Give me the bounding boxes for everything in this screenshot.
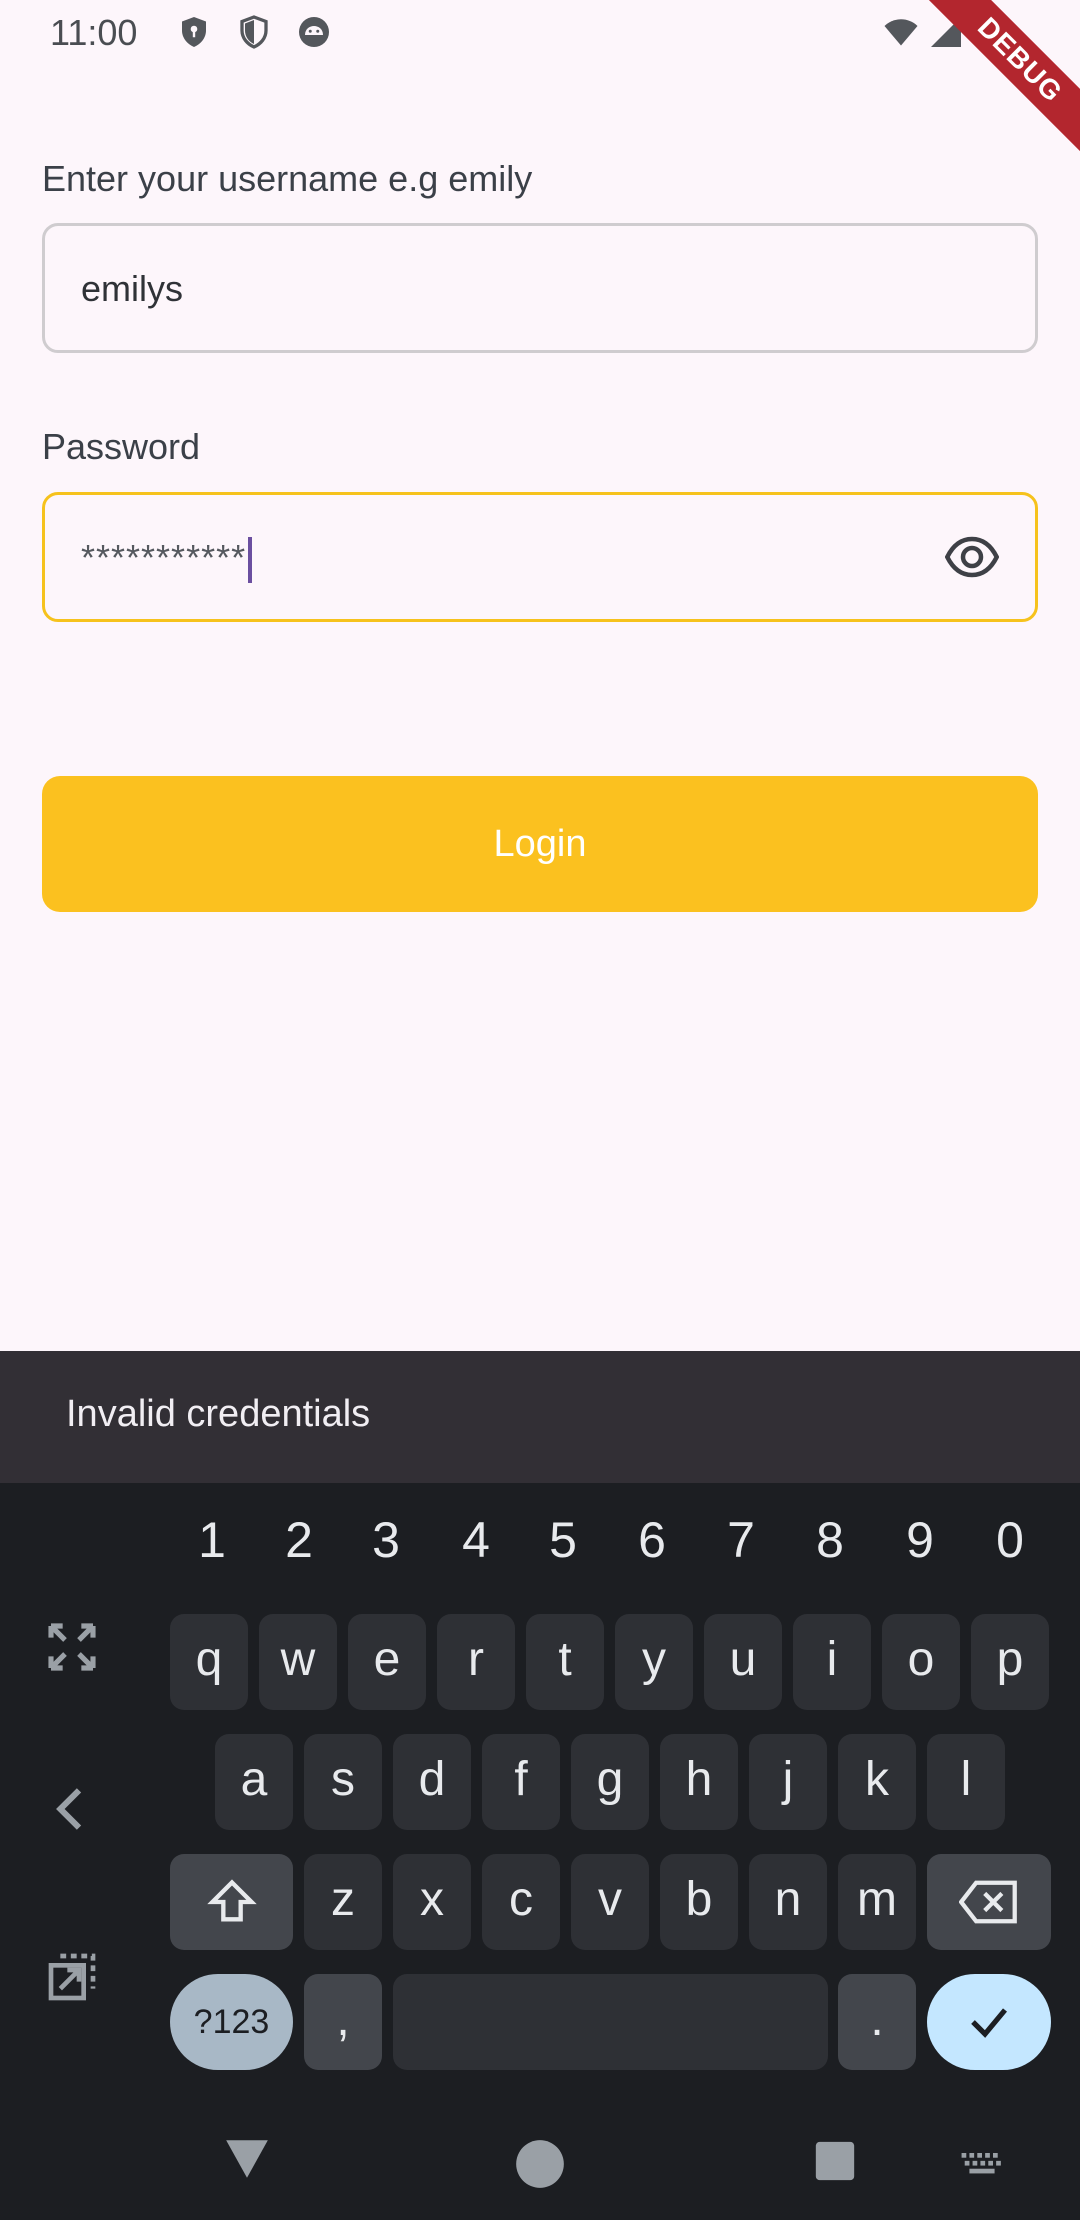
key-2[interactable]: 2 <box>269 1511 329 1569</box>
login-button[interactable]: Login <box>42 776 1038 912</box>
key-k[interactable]: k <box>838 1734 916 1830</box>
symbols-key[interactable]: ?123 <box>170 1974 293 2070</box>
key-i[interactable]: i <box>793 1614 871 1710</box>
key-8[interactable]: 8 <box>800 1511 860 1569</box>
key-o[interactable]: o <box>882 1614 960 1710</box>
key-3[interactable]: 3 <box>356 1511 416 1569</box>
key-r[interactable]: r <box>437 1614 515 1710</box>
key-x[interactable]: x <box>393 1854 471 1950</box>
backspace-key[interactable] <box>927 1854 1051 1950</box>
shield-icon <box>240 15 268 49</box>
username-field[interactable]: emilys <box>42 223 1038 353</box>
key-a[interactable]: a <box>215 1734 293 1830</box>
wifi-icon <box>884 19 918 46</box>
comma-key[interactable]: , <box>304 1974 382 2070</box>
period-key[interactable]: . <box>838 1974 916 2070</box>
android-icon <box>299 17 329 47</box>
check-icon <box>971 2008 1007 2038</box>
key-q[interactable]: q <box>170 1614 248 1710</box>
back-icon[interactable] <box>222 2134 272 2184</box>
status-time: 11:00 <box>50 12 138 53</box>
recents-icon[interactable] <box>812 2138 858 2184</box>
key-y[interactable]: y <box>615 1614 693 1710</box>
home-icon[interactable] <box>514 2138 566 2190</box>
expand-icon[interactable] <box>44 1619 100 1675</box>
navigation-bar <box>0 2114 1080 2220</box>
shift-icon <box>206 1879 257 1922</box>
key-p[interactable]: p <box>971 1614 1049 1710</box>
backspace-icon <box>958 1880 1017 1924</box>
snackbar-message: Invalid credentials <box>66 1393 371 1435</box>
shield-key-icon <box>182 17 206 47</box>
key-9[interactable]: 9 <box>890 1511 950 1569</box>
key-7[interactable]: 7 <box>711 1511 771 1569</box>
password-label: Password <box>42 426 201 467</box>
key-b[interactable]: b <box>660 1854 738 1950</box>
key-4[interactable]: 4 <box>446 1511 506 1569</box>
keyboard: 1 2 3 4 5 6 7 8 9 0 q w e r t y u i o p … <box>0 1483 1080 2114</box>
floating-keyboard-icon[interactable] <box>44 1949 100 2005</box>
key-1[interactable]: 1 <box>182 1511 242 1569</box>
eye-icon[interactable] <box>945 535 999 579</box>
key-n[interactable]: n <box>749 1854 827 1950</box>
key-t[interactable]: t <box>526 1614 604 1710</box>
key-w[interactable]: w <box>259 1614 337 1710</box>
key-v[interactable]: v <box>571 1854 649 1950</box>
key-f[interactable]: f <box>482 1734 560 1830</box>
username-value: emilys <box>81 268 184 309</box>
shift-key[interactable] <box>170 1854 293 1950</box>
keyboard-hide-icon[interactable] <box>960 2150 1004 2178</box>
password-value-wrap: *********** <box>81 537 253 584</box>
space-key[interactable] <box>393 1974 828 2070</box>
username-label: Enter your username e.g emily <box>42 158 533 199</box>
key-d[interactable]: d <box>393 1734 471 1830</box>
key-m[interactable]: m <box>838 1854 916 1950</box>
chevron-left-icon[interactable] <box>44 1781 100 1837</box>
snackbar: Invalid credentials <box>0 1351 1080 1483</box>
status-bar: 11:00 DEBUG <box>0 0 1080 168</box>
key-c[interactable]: c <box>482 1854 560 1950</box>
key-s[interactable]: s <box>304 1734 382 1830</box>
key-l[interactable]: l <box>927 1734 1005 1830</box>
key-j[interactable]: j <box>749 1734 827 1830</box>
password-value: *********** <box>81 537 247 578</box>
key-g[interactable]: g <box>571 1734 649 1830</box>
key-5[interactable]: 5 <box>533 1511 593 1569</box>
key-0[interactable]: 0 <box>980 1511 1040 1569</box>
password-field[interactable]: *********** <box>42 492 1038 622</box>
key-h[interactable]: h <box>660 1734 738 1830</box>
key-z[interactable]: z <box>304 1854 382 1950</box>
enter-key[interactable] <box>927 1974 1051 2070</box>
key-6[interactable]: 6 <box>622 1511 682 1569</box>
text-caret <box>248 537 253 584</box>
key-e[interactable]: e <box>348 1614 426 1710</box>
key-u[interactable]: u <box>704 1614 782 1710</box>
